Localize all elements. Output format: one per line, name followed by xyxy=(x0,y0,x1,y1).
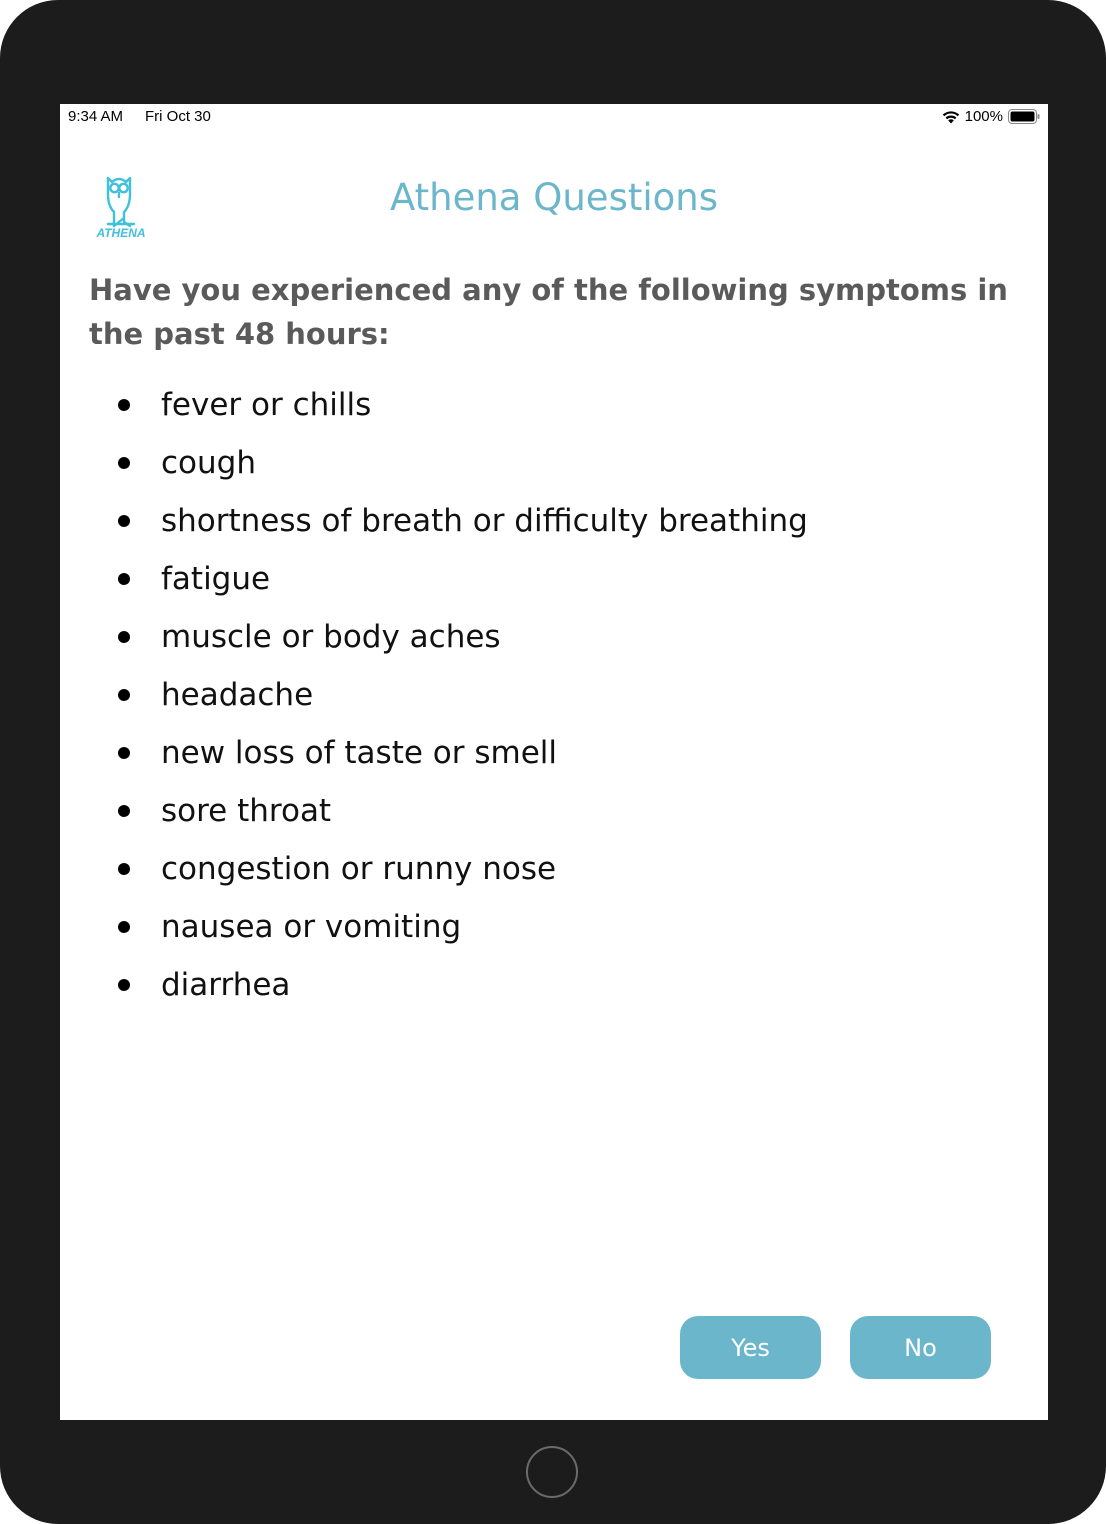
wifi-icon xyxy=(942,110,959,123)
bullet-icon xyxy=(118,631,130,643)
bullet-icon xyxy=(118,689,130,701)
status-bar: 9:34 AM Fri Oct 30 100% xyxy=(60,104,1048,130)
symptom-label: sore throat xyxy=(161,793,332,829)
bullet-icon xyxy=(118,805,130,817)
bullet-icon xyxy=(118,747,130,759)
status-indicators: 100% xyxy=(941,108,1040,125)
list-item: headache xyxy=(114,666,994,724)
symptom-label: diarrhea xyxy=(161,967,291,1003)
page-title: Athena Questions xyxy=(389,176,719,219)
app-screen: 9:34 AM Fri Oct 30 100% ATHENA Athena Qu… xyxy=(60,104,1048,1420)
battery-percent: 100% xyxy=(964,108,1003,125)
bullet-icon xyxy=(118,573,130,585)
list-item: muscle or body aches xyxy=(114,608,994,666)
bullet-icon xyxy=(118,863,130,875)
yes-button[interactable]: Yes xyxy=(680,1316,821,1379)
battery-full-icon xyxy=(1008,109,1040,124)
home-button[interactable] xyxy=(526,1446,578,1498)
list-item: diarrhea xyxy=(114,956,994,1014)
symptom-label: nausea or vomiting xyxy=(161,909,462,945)
bullet-icon xyxy=(118,457,130,469)
tablet-frame: 9:34 AM Fri Oct 30 100% ATHENA Athena Qu… xyxy=(0,0,1106,1524)
symptom-label: shortness of breath or difficulty breath… xyxy=(161,503,808,539)
symptom-label: new loss of taste or smell xyxy=(161,735,557,771)
symptom-label: fatigue xyxy=(161,561,271,597)
list-item: new loss of taste or smell xyxy=(114,724,994,782)
list-item: cough xyxy=(114,434,994,492)
symptom-label: muscle or body aches xyxy=(161,619,501,655)
list-item: nausea or vomiting xyxy=(114,898,994,956)
bullet-icon xyxy=(118,979,130,991)
list-item: fever or chills xyxy=(114,376,994,434)
list-item: fatigue xyxy=(114,550,994,608)
no-button[interactable]: No xyxy=(850,1316,991,1379)
bullet-icon xyxy=(118,515,130,527)
status-date: Fri Oct 30 xyxy=(145,108,211,125)
symptom-label: congestion or runny nose xyxy=(161,851,557,887)
list-item: sore throat xyxy=(114,782,994,840)
status-time: 9:34 AM xyxy=(68,108,124,125)
bullet-icon xyxy=(118,399,130,411)
symptom-label: headache xyxy=(161,677,314,713)
list-item: congestion or runny nose xyxy=(114,840,994,898)
logo-text: ATHENA xyxy=(96,226,146,240)
question-text: Have you experienced any of the followin… xyxy=(89,273,1008,351)
symptom-label: cough xyxy=(161,445,256,481)
symptom-label: fever or chills xyxy=(161,387,372,423)
bullet-icon xyxy=(118,921,130,933)
list-item: shortness of breath or difficulty breath… xyxy=(114,492,994,550)
symptom-list: fever or chills cough shortness of breat… xyxy=(114,376,994,1014)
